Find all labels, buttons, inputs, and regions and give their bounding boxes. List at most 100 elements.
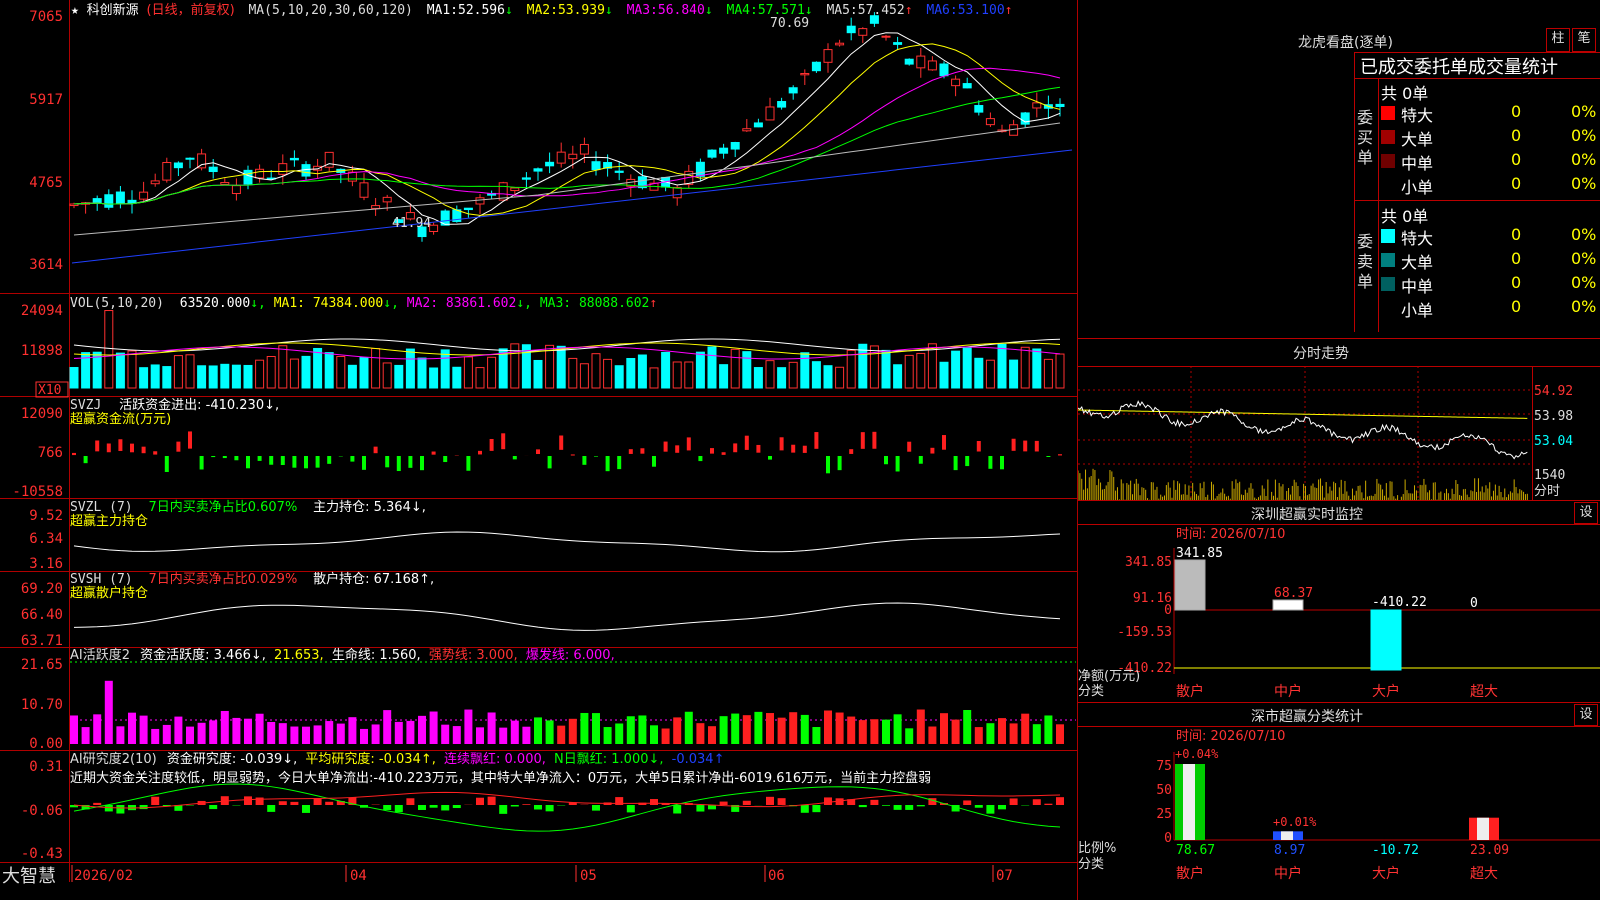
ai1-bar xyxy=(951,719,960,744)
ai1-bar xyxy=(812,727,821,744)
ma-line xyxy=(71,149,1073,264)
class-chart[interactable]: 75 50 25 0 时间: 2026/07/10 +0.04% +0.01% 78.67 散户… xyxy=(1078,726,1600,900)
ai1-bar xyxy=(928,726,937,744)
svzj-bar xyxy=(884,456,888,465)
ai1-bar xyxy=(197,722,206,744)
volume-bar xyxy=(661,351,671,389)
volume-bar xyxy=(162,366,172,389)
svzj-bar xyxy=(570,454,575,456)
volume-bar xyxy=(962,347,972,389)
svzj-bar xyxy=(211,456,216,458)
ai1-bar xyxy=(800,714,809,744)
ai1-bar xyxy=(360,728,368,744)
svzj-bar xyxy=(663,441,668,452)
volume-bar xyxy=(231,364,241,389)
svzj-bar xyxy=(408,456,413,468)
svzj-bar xyxy=(814,432,819,449)
row-count: 0 xyxy=(1511,297,1522,316)
column-view-button[interactable]: 柱 xyxy=(1546,28,1570,52)
monitor-value: 0 xyxy=(1470,596,1478,611)
ai1-bar xyxy=(626,716,635,744)
ai1-bar xyxy=(650,725,658,744)
date-tick: 05 xyxy=(580,868,597,884)
volume-bar xyxy=(591,353,601,389)
monitor-settings-button[interactable]: 设 xyxy=(1574,502,1598,524)
ai2-bar xyxy=(777,798,786,805)
row-label: 中单 xyxy=(1401,154,1434,173)
ai1-bar xyxy=(70,715,78,744)
volume-bar xyxy=(730,348,740,389)
volume-bar xyxy=(347,364,357,389)
svzj-bar xyxy=(396,456,401,472)
class-settings-button[interactable]: 设 xyxy=(1574,704,1598,726)
volume-bar xyxy=(475,367,485,389)
intraday-chart[interactable]: 54.92 53.98 53.04 1540 分时 xyxy=(1078,366,1600,500)
stat-row: 特大 0 0% xyxy=(1381,225,1600,248)
svzj-tick: 766 xyxy=(38,445,63,461)
volume-bar xyxy=(255,359,265,389)
class-xlabel: 分类 xyxy=(1078,857,1104,872)
svzj-bar xyxy=(756,444,761,453)
main-chart[interactable]: 7065 5917 4765 3614 24094 11898 12090 76… xyxy=(0,0,1078,900)
ai1-bar xyxy=(81,727,90,744)
svzl-header: SVZL (7) 7日内买卖净占比0.607% 主力持仓: 5.364↓, xyxy=(70,499,426,515)
row-count: 0 xyxy=(1511,174,1522,193)
candle-body xyxy=(591,161,601,171)
volume-bar xyxy=(904,354,914,389)
svzj-bar xyxy=(559,435,564,450)
volume-bar xyxy=(916,352,926,389)
tick-view-button[interactable]: 笔 xyxy=(1572,28,1596,52)
candle-body xyxy=(695,161,705,177)
candle-body xyxy=(371,205,381,209)
candle-body xyxy=(162,162,172,181)
vol-header: VOL(5,10,20) 63520.000↓, MA1: 74384.000↓… xyxy=(70,296,657,311)
ai2-tick: -0.43 xyxy=(21,846,63,862)
volume-bar xyxy=(394,364,404,389)
candle-body xyxy=(533,168,543,172)
monitor-ylabel: 净额(万元) xyxy=(1078,669,1140,684)
ai1-bar xyxy=(151,728,160,744)
volume-bar xyxy=(985,359,995,389)
date-tick: 07 xyxy=(996,868,1013,884)
volume-bar xyxy=(220,363,230,389)
volume-bar xyxy=(637,354,647,389)
volume-bar xyxy=(974,357,984,389)
volume-bar xyxy=(104,310,114,389)
ai1-bar xyxy=(104,680,113,744)
row-percent: 0% xyxy=(1571,126,1597,145)
row-percent: 0% xyxy=(1571,102,1597,121)
stat-row: 小单 0 0% xyxy=(1381,174,1600,197)
class-tick: 50 xyxy=(1156,783,1172,798)
svzj-bar xyxy=(686,437,691,451)
svzj-bar xyxy=(802,445,807,453)
candle-body xyxy=(289,157,299,161)
price-tick: 4765 xyxy=(29,175,63,191)
ai2-bar xyxy=(394,805,403,813)
intraday-tick: 53.04 xyxy=(1534,434,1573,449)
ai1-bar xyxy=(754,711,763,744)
ai1-bar xyxy=(661,728,670,744)
monitor-category: 散户 xyxy=(1176,683,1204,700)
ai1-bar xyxy=(986,723,995,744)
ai1-bar xyxy=(186,726,194,744)
monitor-chart[interactable]: 341.8591.160-159.53-410.22时间: 2026/07/10… xyxy=(1078,524,1600,702)
ai2-bar xyxy=(650,799,658,805)
svzj-bar xyxy=(443,456,448,463)
svzj-bar xyxy=(1046,456,1051,458)
swatch xyxy=(1381,229,1395,243)
sell-total: 共 0单 xyxy=(1381,207,1429,226)
row-percent: 0% xyxy=(1571,150,1597,169)
ai1-bar xyxy=(696,723,705,744)
candle-body xyxy=(92,198,102,203)
volume-bar xyxy=(405,348,415,389)
ai1-bar xyxy=(603,727,612,744)
candle-body xyxy=(707,149,717,158)
volume-bar xyxy=(997,343,1007,389)
svzj-bar xyxy=(1034,440,1039,452)
monitor-category: 大户 xyxy=(1372,683,1400,700)
ai1-bar xyxy=(464,709,473,744)
swatch xyxy=(1381,106,1395,120)
volume-bar xyxy=(719,364,729,389)
price-tick: 3614 xyxy=(29,257,63,273)
ai2-bar xyxy=(870,799,879,805)
